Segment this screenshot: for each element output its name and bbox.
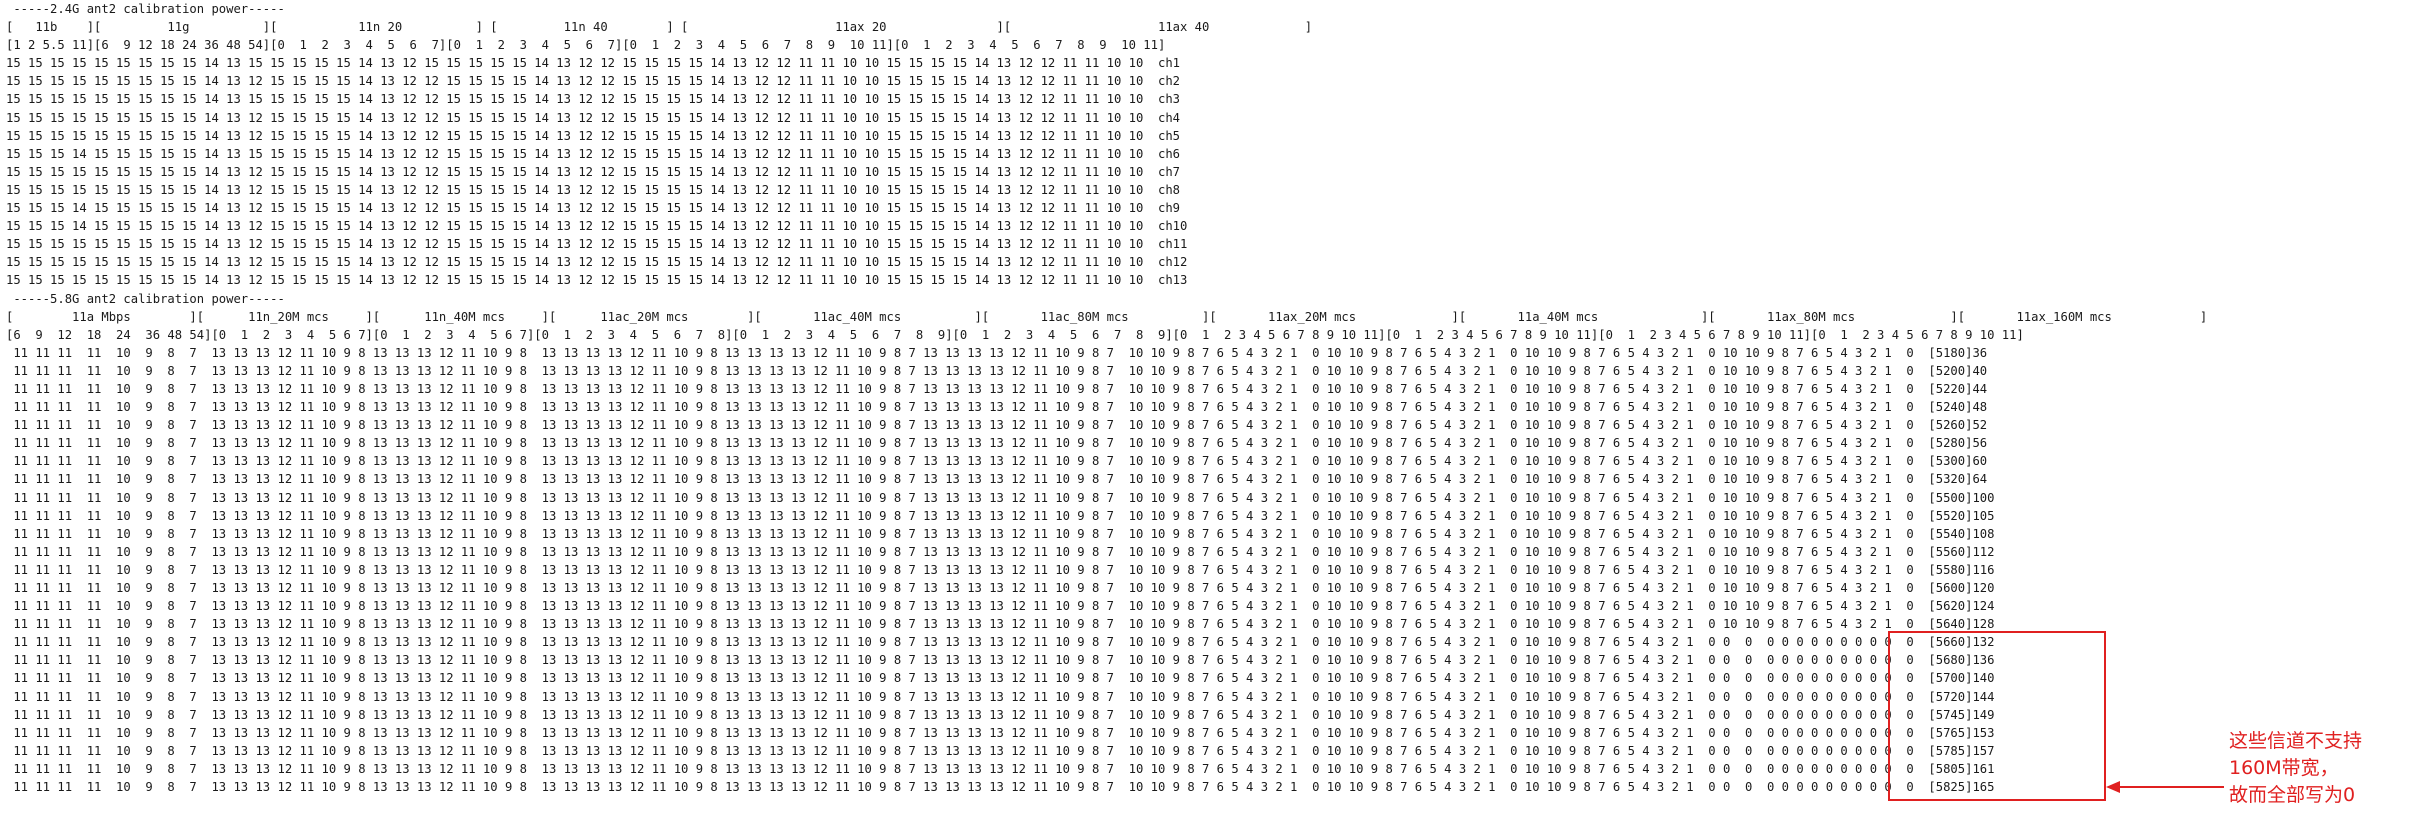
annotation-note: 这些信道不支持 160M带宽， 故而全部写为0 xyxy=(2229,728,2362,809)
terminal-line: 15 15 15 15 15 15 15 15 15 14 13 12 15 1… xyxy=(6,128,1180,143)
terminal-line: 15 15 15 15 15 15 15 15 15 14 13 12 15 1… xyxy=(6,182,1180,197)
terminal-line: 11 11 11 11 10 9 8 7 13 13 13 12 11 10 9… xyxy=(6,363,1988,378)
terminal-line: 11 11 11 11 10 9 8 7 13 13 13 12 11 10 9… xyxy=(6,418,1988,433)
highlight-box xyxy=(1888,631,2106,801)
terminal-line: 15 15 15 15 15 15 15 15 15 14 13 15 15 1… xyxy=(6,56,1180,71)
annotation-line: 这些信道不支持 xyxy=(2229,730,2363,752)
terminal-line: 11 11 11 11 10 9 8 7 13 13 13 12 11 10 9… xyxy=(6,635,1995,650)
terminal-line: 11 11 11 11 10 9 8 7 13 13 13 12 11 10 9… xyxy=(6,400,1988,415)
terminal-line: 11 11 11 11 10 9 8 7 13 13 13 12 11 10 9… xyxy=(6,562,1995,577)
terminal-line: 11 11 11 11 10 9 8 7 13 13 13 12 11 10 9… xyxy=(6,490,1995,505)
terminal-line: 11 11 11 11 10 9 8 7 13 13 13 12 11 10 9… xyxy=(6,780,1995,795)
terminal-line: [1 2 5.5 11][6 9 12 18 24 36 48 54][0 1 … xyxy=(6,38,1166,53)
annotation-line: 故而全部写为0 xyxy=(2229,784,2356,806)
terminal-line: 11 11 11 11 10 9 8 7 13 13 13 12 11 10 9… xyxy=(6,725,1995,740)
terminal-output: -----2.4G ant2 calibration power----- [ 1… xyxy=(6,0,2207,796)
terminal-line: -----5.8G ant2 calibration power----- xyxy=(6,291,285,306)
terminal-line: 15 15 15 15 15 15 15 15 15 14 13 12 15 1… xyxy=(6,164,1180,179)
terminal-line: 11 11 11 11 10 9 8 7 13 13 13 12 11 10 9… xyxy=(6,581,1995,595)
terminal-line: 11 11 11 11 10 9 8 7 13 13 13 12 11 10 9… xyxy=(6,671,1995,686)
terminal-line: 11 11 11 11 10 9 8 7 13 13 13 12 11 10 9… xyxy=(6,381,1988,396)
terminal-line: 11 11 11 11 10 9 8 7 13 13 13 12 11 10 9… xyxy=(6,544,1995,559)
terminal-line: 11 11 11 11 10 9 8 7 13 13 13 12 11 10 9… xyxy=(6,689,1995,704)
terminal-line: 15 15 15 15 15 15 15 15 15 14 13 15 15 1… xyxy=(6,92,1180,107)
terminal-line: 11 11 11 11 10 9 8 7 13 13 13 12 11 10 9… xyxy=(6,743,1995,758)
terminal-line: 11 11 11 11 10 9 8 7 13 13 13 12 11 10 9… xyxy=(6,707,1995,722)
annotation-line: 160M带宽， xyxy=(2229,757,2339,779)
terminal-line: 15 15 15 15 15 15 15 15 15 14 13 12 15 1… xyxy=(6,74,1180,89)
terminal-line: 15 15 15 15 15 15 15 15 15 14 13 12 15 1… xyxy=(6,237,1188,252)
terminal-line: 15 15 15 15 15 15 15 15 15 14 13 12 15 1… xyxy=(6,110,1180,125)
arrow-icon xyxy=(2106,781,2224,793)
terminal-line: 15 15 15 14 15 15 15 15 15 14 13 12 15 1… xyxy=(6,201,1180,216)
terminal-line: 15 15 15 15 15 15 15 15 15 14 13 12 15 1… xyxy=(6,255,1188,270)
terminal-line: 11 11 11 11 10 9 8 7 13 13 13 12 11 10 9… xyxy=(6,345,1988,360)
terminal-line: [ 11b ][ 11g ][ 11n 20 ] [ 11n 40 ] [ 11… xyxy=(6,20,1313,35)
terminal-line: 15 15 15 14 15 15 15 15 15 14 13 12 15 1… xyxy=(6,219,1188,234)
terminal-line: 11 11 11 11 10 9 8 7 13 13 13 12 11 10 9… xyxy=(6,599,1995,614)
terminal-line: 15 15 15 14 15 15 15 15 15 14 13 15 15 1… xyxy=(6,146,1180,161)
terminal-line: [6 9 12 18 24 36 48 54][0 1 2 3 4 5 6 7]… xyxy=(6,327,2024,342)
terminal-line: 11 11 11 11 10 9 8 7 13 13 13 12 11 10 9… xyxy=(6,761,1995,776)
terminal-line: [ 11a Mbps ][ 11n_20M mcs ][ 11n_40M mcs… xyxy=(6,309,2208,324)
terminal-line: 11 11 11 11 10 9 8 7 13 13 13 12 11 10 9… xyxy=(6,617,1995,632)
terminal-line: 11 11 11 11 10 9 8 7 13 13 13 12 11 10 9… xyxy=(6,653,1995,668)
terminal-line: 11 11 11 11 10 9 8 7 13 13 13 12 11 10 9… xyxy=(6,454,1988,469)
terminal-line: 11 11 11 11 10 9 8 7 13 13 13 12 11 10 9… xyxy=(6,436,1988,451)
terminal-line: 15 15 15 15 15 15 15 15 15 14 13 12 15 1… xyxy=(6,273,1188,288)
terminal-line: 11 11 11 11 10 9 8 7 13 13 13 12 11 10 9… xyxy=(6,508,1995,523)
terminal-line: 11 11 11 11 10 9 8 7 13 13 13 12 11 10 9… xyxy=(6,472,1988,487)
terminal-line: 11 11 11 11 10 9 8 7 13 13 13 12 11 10 9… xyxy=(6,526,1995,541)
terminal-line: -----2.4G ant2 calibration power----- xyxy=(6,2,285,16)
